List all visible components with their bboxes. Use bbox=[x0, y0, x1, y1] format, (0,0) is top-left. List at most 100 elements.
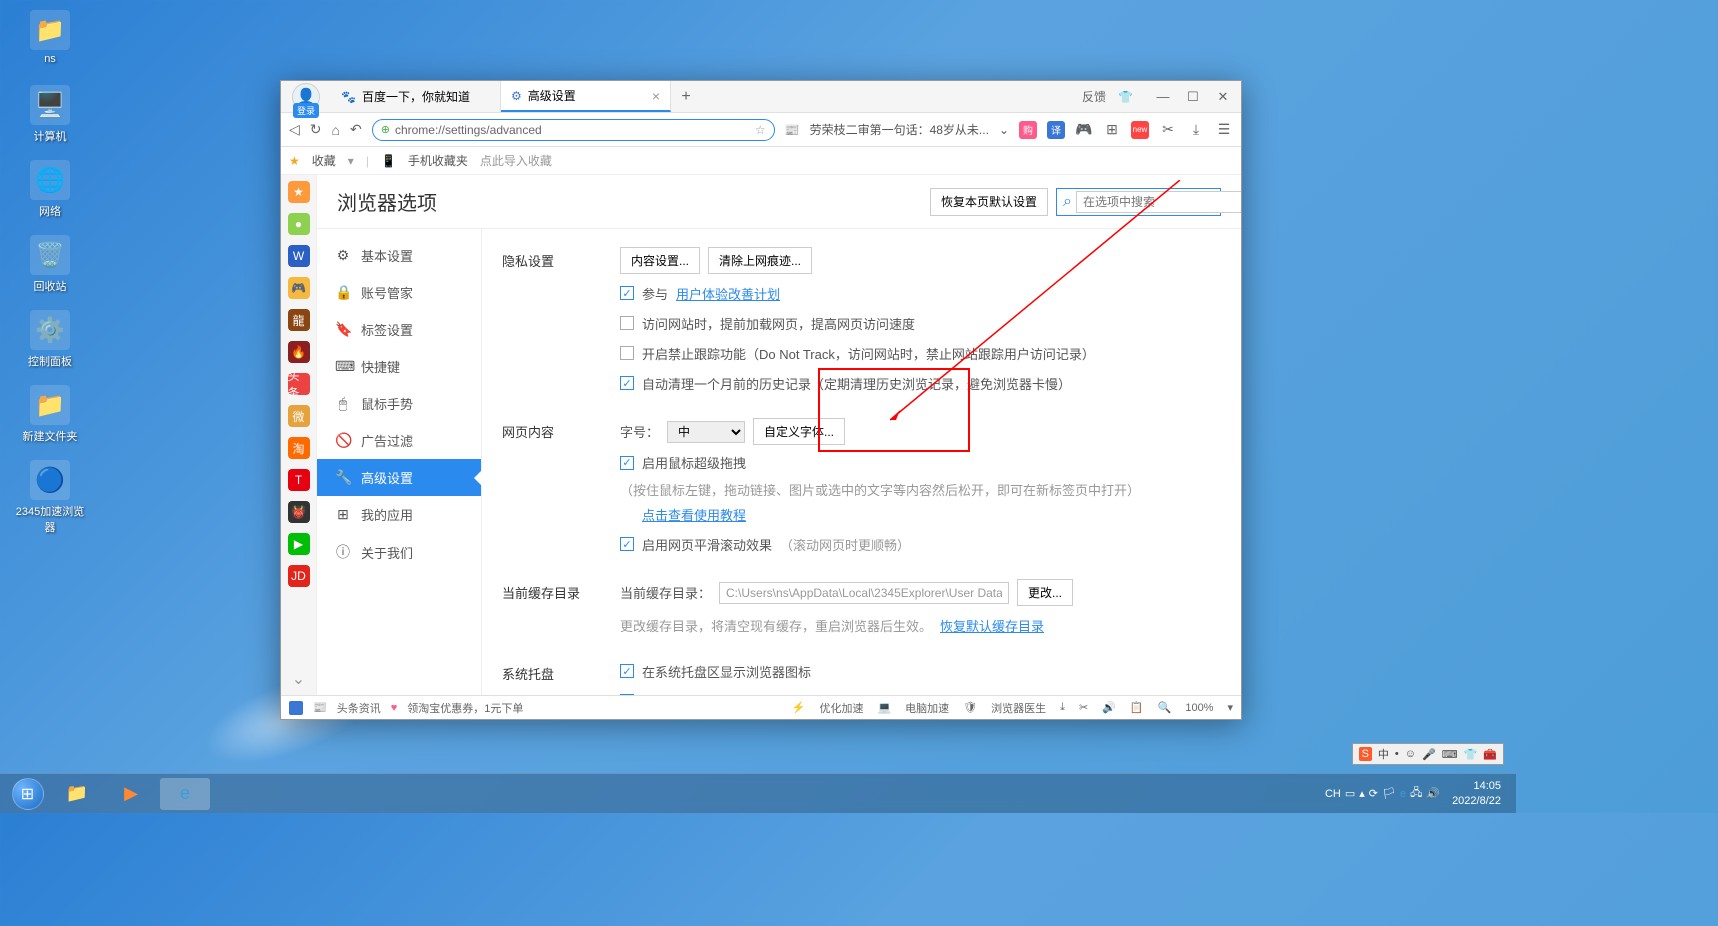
app-ico-weibo[interactable]: 微 bbox=[288, 405, 310, 427]
app-ico-w[interactable]: 👹 bbox=[288, 501, 310, 523]
status-like-icon[interactable]: ♥ bbox=[391, 702, 398, 714]
tray-volume-icon[interactable]: 🔊 bbox=[1426, 787, 1440, 800]
login-avatar[interactable]: 👤 登录 bbox=[281, 81, 331, 112]
tray-browser-icon[interactable]: e bbox=[1400, 788, 1406, 800]
desktop-icon-2345-browser[interactable]: 🔵2345加速浏览器 bbox=[15, 460, 85, 535]
ime-skin-icon[interactable]: 👕 bbox=[1464, 748, 1478, 761]
nav-undo-icon[interactable]: ↶ bbox=[350, 121, 362, 138]
favorites-label[interactable]: 收藏 bbox=[312, 152, 336, 169]
chevron-down-icon[interactable]: ▾ bbox=[348, 154, 354, 168]
clear-traces-button[interactable]: 清除上网痕迹... bbox=[708, 247, 812, 274]
search-input[interactable] bbox=[1076, 191, 1241, 213]
checkbox-dnt[interactable]: ✓ bbox=[620, 346, 634, 360]
taskbar-media[interactable]: ▶ bbox=[106, 778, 156, 810]
tab-close-icon[interactable]: × bbox=[652, 88, 660, 104]
clipboard-icon[interactable]: 📋 bbox=[1130, 701, 1144, 714]
feedback-link[interactable]: 反馈 bbox=[1082, 88, 1106, 105]
checkbox-super-drag[interactable]: ✓ bbox=[620, 456, 634, 470]
tray-lang[interactable]: CH bbox=[1325, 788, 1341, 800]
app-ico-dragon[interactable]: 龍 bbox=[288, 309, 310, 331]
import-favorites[interactable]: 点此导入收藏 bbox=[480, 152, 552, 169]
tray-expand-icon[interactable]: ▴ bbox=[1359, 787, 1365, 800]
status-taobao[interactable]: 领淘宝优惠券，1元下单 bbox=[407, 700, 523, 716]
volume-icon[interactable]: 🔊 bbox=[1102, 701, 1116, 714]
cache-path-input[interactable] bbox=[719, 582, 1009, 604]
ime-punct-icon[interactable]: • bbox=[1395, 748, 1399, 760]
checkbox-push-msg[interactable]: ✓ bbox=[620, 694, 634, 695]
sidebar-item-advanced[interactable]: 🔧高级设置 bbox=[317, 459, 481, 496]
news-expand-icon[interactable]: ⌄ bbox=[999, 123, 1009, 137]
tray-network-icon[interactable]: 🖧 bbox=[1410, 784, 1422, 803]
zoom-level[interactable]: 100% bbox=[1185, 702, 1213, 714]
app-ico-word[interactable]: W bbox=[288, 245, 310, 267]
desktop-icon-computer[interactable]: 🖥️计算机 bbox=[15, 85, 85, 144]
app-ico-toutiao[interactable]: 头条 bbox=[288, 373, 310, 395]
reset-cache-link[interactable]: 恢复默认缓存目录 bbox=[940, 616, 1044, 635]
app-ico-star[interactable]: ★ bbox=[288, 181, 310, 203]
ime-mic-icon[interactable]: 🎤 bbox=[1422, 748, 1436, 761]
tutorial-link[interactable]: 点击查看使用教程 bbox=[642, 505, 746, 524]
maximize-button[interactable]: ☐ bbox=[1183, 89, 1203, 105]
checkbox-smooth-scroll[interactable]: ✓ bbox=[620, 537, 634, 551]
ime-lang[interactable]: 中 bbox=[1378, 746, 1389, 762]
desktop-icon-control-panel[interactable]: ⚙️控制面板 bbox=[15, 310, 85, 369]
status-news[interactable]: 头条资讯 bbox=[337, 700, 381, 716]
tray-ime-icon[interactable]: ▭ bbox=[1345, 787, 1355, 800]
checkbox-participate[interactable]: ✓ bbox=[620, 286, 634, 300]
star-icon[interactable]: ☆ bbox=[755, 123, 766, 137]
capture-icon[interactable]: ✂ bbox=[1079, 701, 1088, 714]
desktop-icon-recycle[interactable]: 🗑️回收站 bbox=[15, 235, 85, 294]
app-ico-game[interactable]: 🎮 bbox=[288, 277, 310, 299]
tray-flag-icon[interactable]: 🏳 bbox=[1382, 787, 1396, 800]
status-badge-icon[interactable] bbox=[289, 701, 303, 715]
tab-baidu[interactable]: 🐾百度一下，你就知道 bbox=[331, 81, 501, 112]
url-bar[interactable]: ⊕ chrome://settings/advanced ☆ bbox=[372, 119, 775, 141]
taskbar-browser[interactable]: e bbox=[160, 778, 210, 810]
new-tab-button[interactable]: + bbox=[671, 81, 701, 112]
checkbox-tray-icon[interactable]: ✓ bbox=[620, 664, 634, 678]
sidebar-item-shortcuts[interactable]: ⌨快捷键 bbox=[317, 348, 481, 385]
checkbox-preload[interactable]: ✓ bbox=[620, 316, 634, 330]
desktop-icon-new-folder[interactable]: 📁新建文件夹 bbox=[15, 385, 85, 444]
ime-input-icon[interactable]: ⌨ bbox=[1442, 748, 1458, 761]
skin-icon[interactable]: 👕 bbox=[1118, 90, 1133, 104]
favorites-star-icon[interactable]: ★ bbox=[289, 154, 300, 168]
start-button[interactable]: ⊞ bbox=[5, 776, 50, 811]
grid-icon[interactable]: ⊞ bbox=[1103, 121, 1121, 139]
sidebar-item-tabs[interactable]: 🔖标签设置 bbox=[317, 311, 481, 348]
translate-icon[interactable]: 译 bbox=[1047, 121, 1065, 139]
app-ico-taobao[interactable]: 淘 bbox=[288, 437, 310, 459]
app-ico-t[interactable]: T bbox=[288, 469, 310, 491]
menu-icon[interactable]: ☰ bbox=[1215, 121, 1233, 139]
search-box[interactable]: ⌕ bbox=[1056, 188, 1221, 216]
ux-improvement-link[interactable]: 用户体验改善计划 bbox=[676, 284, 780, 303]
content-settings-button[interactable]: 内容设置... bbox=[620, 247, 700, 274]
taskbar-clock[interactable]: 14:05 2022/8/22 bbox=[1452, 779, 1501, 808]
pc-speed-icon[interactable]: 💻 bbox=[877, 701, 891, 714]
sidebar-item-basic[interactable]: ⚙基本设置 bbox=[317, 237, 481, 274]
optimize-icon[interactable]: ⚡ bbox=[792, 701, 806, 714]
tray-loading-icon[interactable]: ⟳ bbox=[1369, 787, 1378, 800]
desktop-icon-network[interactable]: 🌐网络 bbox=[15, 160, 85, 219]
app-ico-iqiyi[interactable]: ▶ bbox=[288, 533, 310, 555]
tab-advanced-settings[interactable]: ⚙高级设置× bbox=[501, 81, 671, 112]
app-expand-icon[interactable]: ⌄ bbox=[292, 669, 305, 689]
reset-defaults-button[interactable]: 恢复本页默认设置 bbox=[930, 188, 1048, 216]
sidebar-item-myapps[interactable]: ⊞我的应用 bbox=[317, 496, 481, 533]
game-icon[interactable]: 🎮 bbox=[1075, 121, 1093, 139]
close-button[interactable]: ✕ bbox=[1213, 89, 1233, 105]
sidebar-item-about[interactable]: ⓘ关于我们 bbox=[317, 533, 481, 571]
minimize-button[interactable]: — bbox=[1153, 89, 1173, 105]
desktop-icon-ns[interactable]: 📁ns bbox=[15, 10, 85, 65]
app-ico-jd[interactable]: JD bbox=[288, 565, 310, 587]
ime-emoji-icon[interactable]: ☺ bbox=[1405, 748, 1416, 760]
nav-refresh-icon[interactable]: ↻ bbox=[310, 121, 322, 138]
sidebar-item-gesture[interactable]: 🖱鼠标手势 bbox=[317, 385, 481, 422]
scissors-icon[interactable]: ✂ bbox=[1159, 121, 1177, 139]
app-ico-circle[interactable]: ● bbox=[288, 213, 310, 235]
ime-toolbox-icon[interactable]: 🧰 bbox=[1483, 748, 1497, 761]
mobile-favorites[interactable]: 手机收藏夹 bbox=[408, 152, 468, 169]
shield-icon[interactable]: 🛡 bbox=[963, 701, 977, 714]
ime-floating-bar[interactable]: S 中 • ☺ 🎤 ⌨ 👕 🧰 bbox=[1352, 743, 1504, 765]
download-icon[interactable]: ⤓ bbox=[1187, 121, 1205, 139]
